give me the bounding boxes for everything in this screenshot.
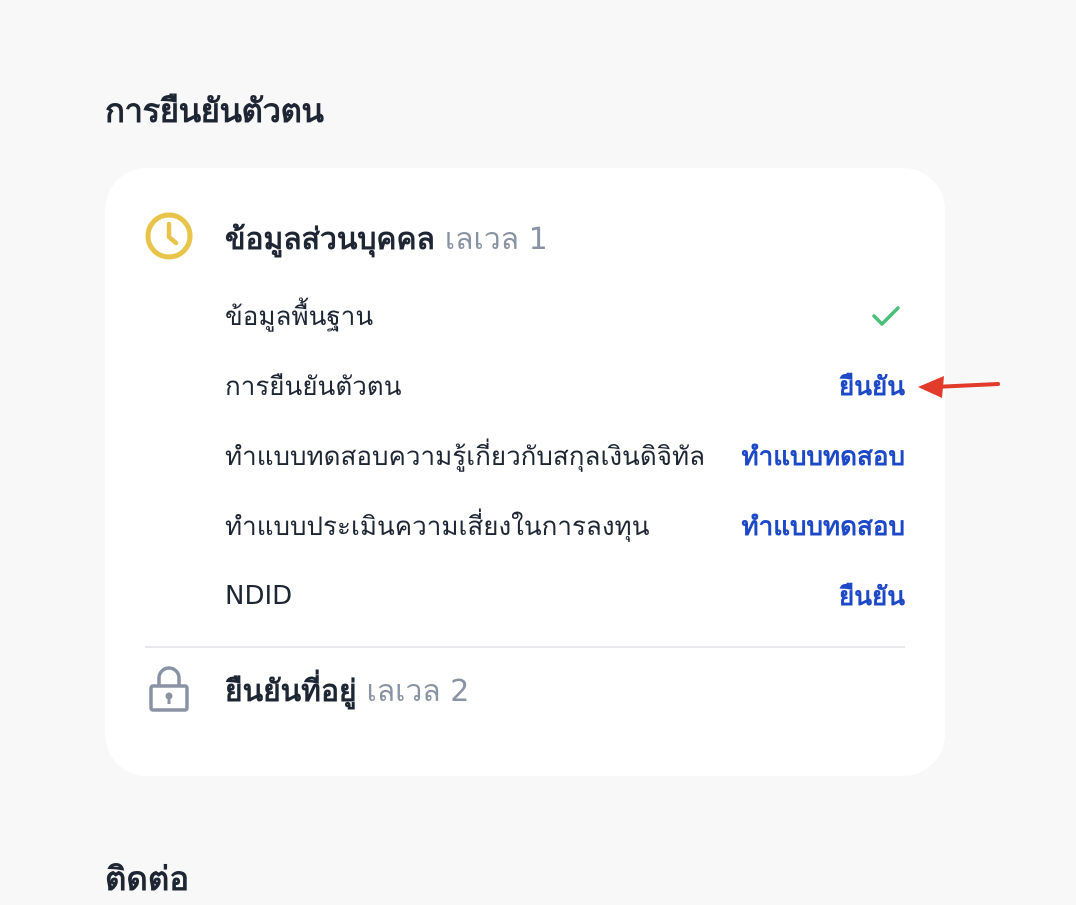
level-1-label: เลเวล 1 (444, 222, 548, 257)
clock-icon (145, 212, 193, 260)
verify-ndid-button[interactable]: ยืนยัน (839, 576, 905, 617)
row-ndid-label: NDID (225, 581, 293, 611)
lock-icon (149, 666, 189, 712)
divider (145, 646, 905, 648)
row-crypto-knowledge-test: ทำแบบทดสอบความรู้เกี่ยวกับสกุลเงินดิจิทั… (225, 436, 905, 476)
next-section-title: ติดต่อ (105, 859, 190, 898)
row-identity-verification-label: การยืนยันตัวตน (225, 371, 402, 402)
row-basic-info: ข้อมูลพื้นฐาน (225, 296, 905, 336)
row-crypto-knowledge-test-label: ทำแบบทดสอบความรู้เกี่ยวกับสกุลเงินดิจิทั… (225, 441, 706, 472)
row-ndid: NDID ยืนยัน (225, 576, 905, 616)
verify-identity-button[interactable]: ยืนยัน (839, 366, 905, 407)
row-risk-assessment-label: ทำแบบประเมินความเสี่ยงในการลงทุน (225, 511, 650, 542)
annotation-arrow-icon (918, 376, 1000, 398)
check-icon (872, 306, 900, 326)
page-title: การยืนยันตัวตน (105, 91, 324, 130)
level-2-name: ยืนยันที่อยู่ (225, 674, 357, 709)
level-2-label: เลเวล 2 (366, 674, 470, 709)
level-2-title: ยืนยันที่อยู่ เลเวล 2 (225, 668, 469, 715)
take-knowledge-test-button[interactable]: ทำแบบทดสอบ (741, 436, 905, 477)
level-1-title: ข้อมูลส่วนบุคคล เลเวล 1 (225, 216, 548, 263)
row-identity-verification: การยืนยันตัวตน ยืนยัน (225, 366, 905, 406)
row-basic-info-label: ข้อมูลพื้นฐาน (225, 301, 374, 332)
row-risk-assessment: ทำแบบประเมินความเสี่ยงในการลงทุน ทำแบบทด… (225, 506, 905, 546)
verification-card: ข้อมูลส่วนบุคคล เลเวล 1 ข้อมูลพื้นฐาน การ… (105, 168, 945, 776)
take-risk-assessment-button[interactable]: ทำแบบทดสอบ (741, 506, 905, 547)
level-1-name: ข้อมูลส่วนบุคคล (225, 222, 435, 257)
